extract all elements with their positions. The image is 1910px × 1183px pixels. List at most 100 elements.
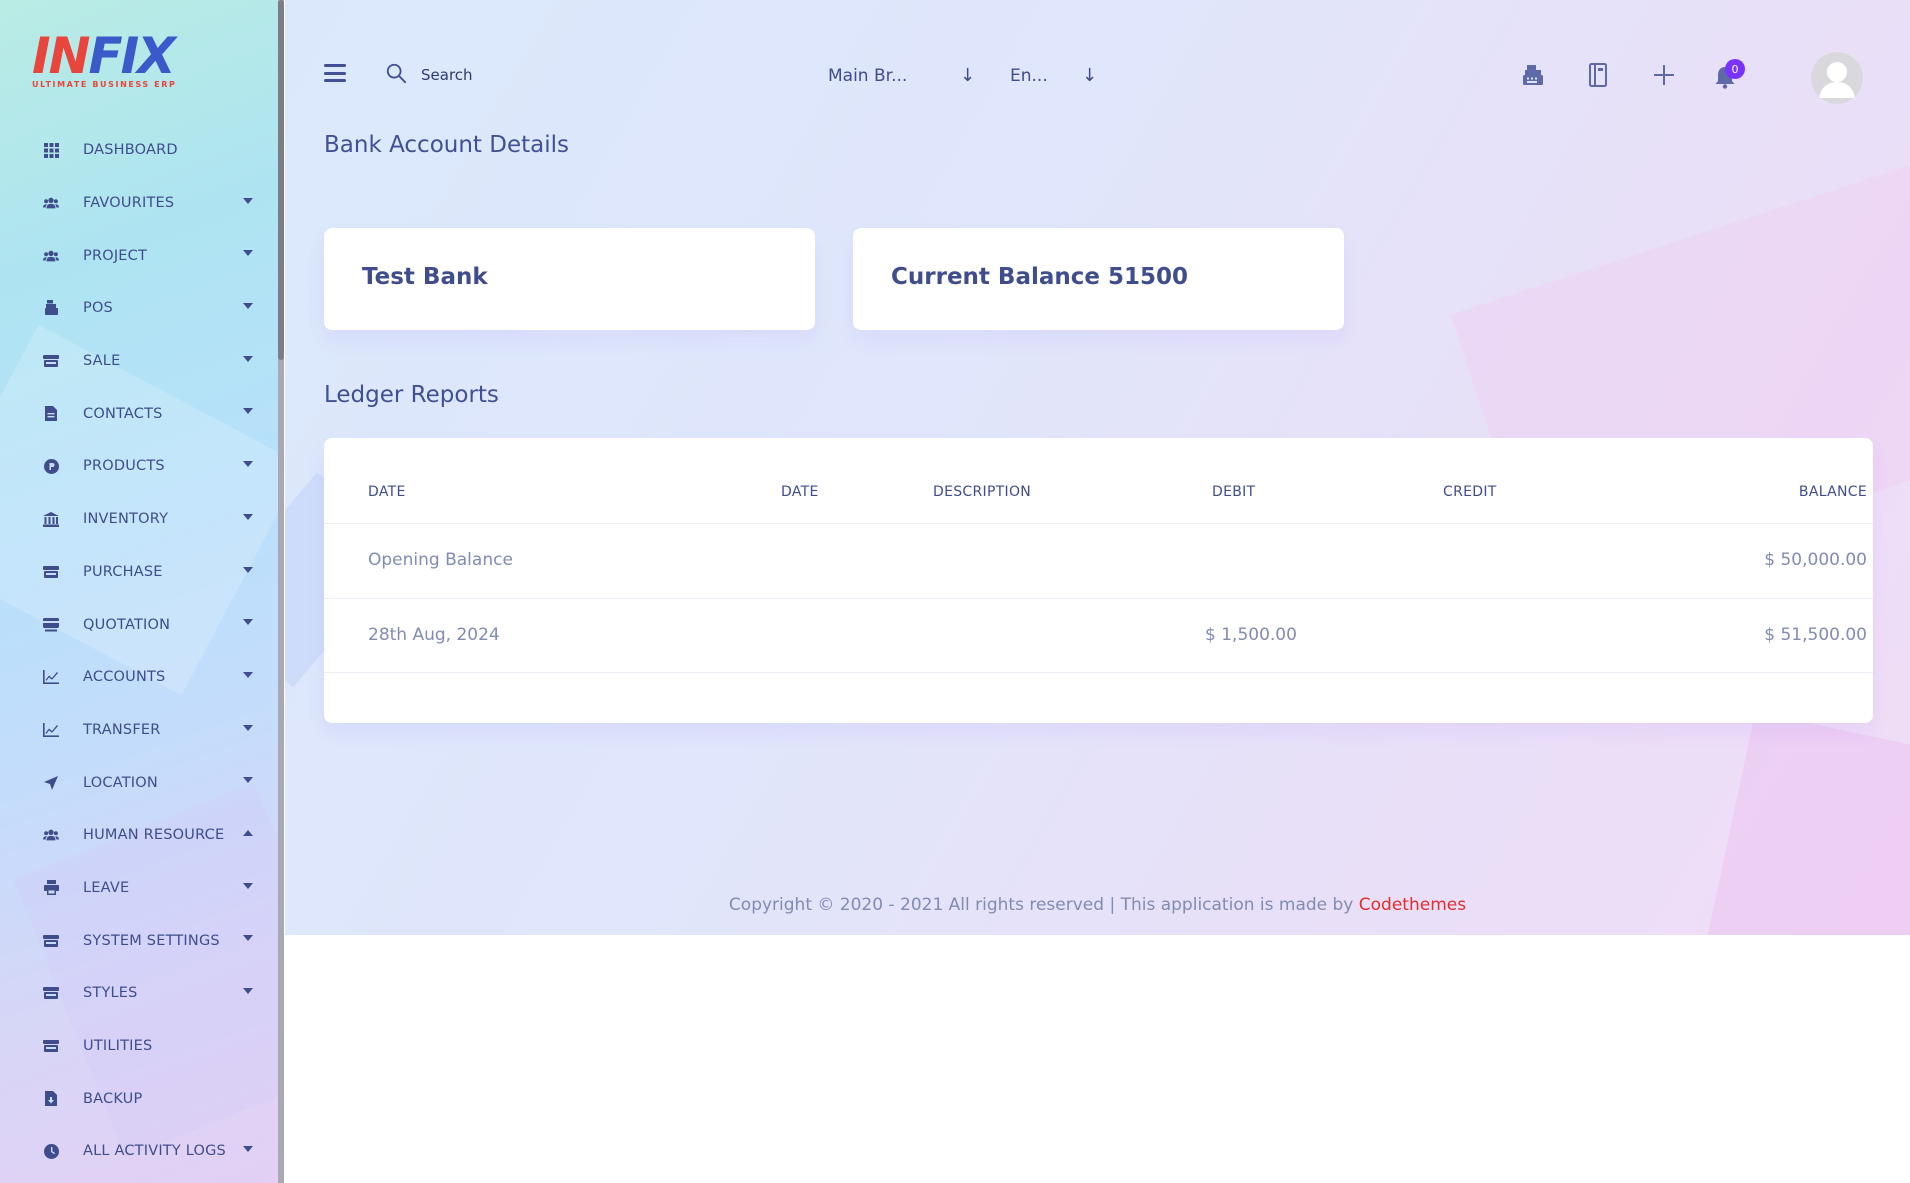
column-header-credit[interactable]: CREDIT bbox=[1443, 484, 1497, 500]
language-dropdown-value: En... bbox=[1010, 66, 1048, 86]
file-download-icon bbox=[43, 1091, 59, 1107]
sidebar-item-project[interactable]: PROJECT bbox=[0, 229, 278, 282]
row-balance: $ 51,500.00 bbox=[1764, 625, 1867, 645]
sidebar-item-label: FAVOURITES bbox=[83, 195, 175, 212]
column-header-date-2[interactable]: DATE bbox=[781, 484, 819, 500]
caret-down-icon bbox=[243, 619, 253, 626]
notebook-icon[interactable] bbox=[1583, 60, 1613, 90]
arrow-down-icon: ↓ bbox=[960, 65, 976, 86]
sidebar-item-label: POS bbox=[83, 300, 113, 317]
users-icon bbox=[43, 827, 59, 843]
caret-down-icon bbox=[243, 355, 253, 362]
sidebar-item-inventory[interactable]: INVENTORY bbox=[0, 493, 278, 546]
plus-icon[interactable] bbox=[1649, 60, 1679, 90]
language-dropdown[interactable]: En... ↓ bbox=[1010, 62, 1110, 90]
logo-text-1: IN bbox=[32, 27, 90, 85]
sidebar-item-label: STYLES bbox=[83, 985, 138, 1002]
sidebar-item-location[interactable]: LOCATION bbox=[0, 756, 278, 809]
sidebar-item-quotation[interactable]: QUOTATION bbox=[0, 598, 278, 651]
ledger-title: Ledger Reports bbox=[324, 382, 499, 408]
app-logo[interactable]: INFIX ULTIMATE BUSINESS ERP bbox=[32, 30, 182, 92]
sidebar-item-products[interactable]: PRODUCTS bbox=[0, 440, 278, 493]
sidebar-item-accounts[interactable]: ACCOUNTS bbox=[0, 651, 278, 704]
footer-link[interactable]: Codethemes bbox=[1359, 895, 1466, 915]
grid-icon bbox=[43, 142, 59, 158]
search-input[interactable] bbox=[419, 60, 643, 90]
column-header-date[interactable]: DATE bbox=[368, 484, 406, 500]
current-balance: Current Balance 51500 bbox=[891, 264, 1189, 290]
sidebar-item-purchase[interactable]: PURCHASE bbox=[0, 546, 278, 599]
card-icon bbox=[43, 617, 59, 633]
sidebar-item-label: SYSTEM SETTINGS bbox=[83, 932, 220, 949]
caret-up-icon bbox=[243, 829, 253, 836]
store-icon bbox=[43, 933, 59, 949]
column-header-description[interactable]: DESCRIPTION bbox=[933, 484, 1031, 500]
caret-down-icon bbox=[243, 988, 253, 994]
caret-down-icon bbox=[243, 1146, 253, 1153]
users-icon bbox=[43, 248, 59, 264]
column-header-debit[interactable]: DEBIT bbox=[1212, 484, 1255, 500]
sidebar-item-label: HUMAN RESOURCE bbox=[83, 827, 225, 844]
sidebar-item-label: CONTACTS bbox=[83, 405, 163, 422]
sidebar-item-leave[interactable]: LEAVE bbox=[0, 862, 278, 915]
caret-down-icon bbox=[243, 250, 253, 257]
caret-down-icon bbox=[243, 197, 253, 204]
notification-badge: 0 bbox=[1725, 59, 1745, 79]
chart-icon bbox=[43, 722, 59, 738]
sidebar-item-system-settings[interactable]: SYSTEM SETTINGS bbox=[0, 914, 278, 967]
sidebar-item-label: PURCHASE bbox=[83, 563, 163, 580]
sidebar-item-backup[interactable]: BACKUP bbox=[0, 1072, 278, 1125]
sidebar-scrollbar[interactable] bbox=[278, 0, 284, 1183]
clock-icon bbox=[43, 1143, 59, 1159]
caret-down-icon bbox=[243, 513, 253, 520]
avatar[interactable] bbox=[1811, 52, 1863, 104]
caret-down-icon bbox=[243, 303, 253, 310]
sidebar-item-favourites[interactable]: FAVOURITES bbox=[0, 177, 278, 230]
sidebar-menu: DASHBOARD FAVOURITES PROJECT POS SALE CONTACT… bbox=[0, 124, 278, 1178]
sidebar-item-utilities[interactable]: UTILITIES bbox=[0, 1020, 278, 1073]
sidebar-item-sale[interactable]: SALE bbox=[0, 335, 278, 388]
main-content: Main Br... ↓ En... ↓ 0 Bank Account Deta… bbox=[285, 0, 1910, 935]
sidebar-scrollbar-thumb[interactable] bbox=[278, 0, 284, 360]
users-icon bbox=[43, 195, 59, 211]
bank-name: Test Bank bbox=[362, 264, 488, 290]
file-icon bbox=[43, 406, 59, 422]
arrow-down-icon: ↓ bbox=[1082, 65, 1098, 86]
sidebar-item-label: LEAVE bbox=[83, 879, 130, 896]
sidebar-item-pos[interactable]: POS bbox=[0, 282, 278, 335]
row-date: Opening Balance bbox=[368, 550, 513, 570]
sidebar-item-label: TRANSFER bbox=[83, 721, 161, 738]
caret-down-icon bbox=[243, 461, 253, 468]
sidebar-item-label: ALL ACTIVITY LOGS bbox=[83, 1143, 226, 1160]
page-title: Bank Account Details bbox=[324, 132, 569, 158]
cash-register-icon[interactable] bbox=[1518, 60, 1548, 90]
branch-dropdown[interactable]: Main Br... ↓ bbox=[828, 62, 975, 90]
menu-toggle-icon[interactable] bbox=[324, 64, 346, 82]
row-balance: $ 50,000.00 bbox=[1764, 550, 1867, 570]
sidebar-item-contacts[interactable]: CONTACTS bbox=[0, 387, 278, 440]
caret-down-icon bbox=[243, 671, 253, 678]
caret-down-icon bbox=[243, 724, 253, 731]
sidebar-item-transfer[interactable]: TRANSFER bbox=[0, 704, 278, 757]
sidebar-item-human-resource[interactable]: HUMAN RESOURCE bbox=[0, 809, 278, 862]
sidebar-item-styles[interactable]: STYLES bbox=[0, 967, 278, 1020]
store-icon bbox=[43, 353, 59, 369]
sidebar-item-all-activity-logs[interactable]: ALL ACTIVITY LOGS bbox=[0, 1125, 278, 1178]
row-date: 28th Aug, 2024 bbox=[368, 625, 500, 645]
caret-down-icon bbox=[243, 408, 253, 415]
chart-icon bbox=[43, 669, 59, 685]
bank-name-card: Test Bank bbox=[324, 228, 815, 330]
sidebar-item-label: ACCOUNTS bbox=[83, 669, 166, 686]
caret-down-icon bbox=[243, 777, 253, 784]
column-header-balance[interactable]: BALANCE bbox=[1799, 484, 1867, 500]
store-icon bbox=[43, 564, 59, 580]
caret-down-icon bbox=[243, 935, 253, 942]
sidebar: INFIX ULTIMATE BUSINESS ERP DASHBOARD FAV… bbox=[0, 0, 280, 1183]
sidebar-item-dashboard[interactable]: DASHBOARD bbox=[0, 124, 278, 177]
sidebar-item-label: DASHBOARD bbox=[83, 142, 178, 159]
caret-down-icon bbox=[243, 566, 253, 573]
printer-icon bbox=[43, 880, 59, 896]
sidebar-item-label: LOCATION bbox=[83, 774, 158, 791]
ledger-table: DATE DATE DESCRIPTION DEBIT CREDIT BALAN… bbox=[324, 438, 1873, 723]
sidebar-item-label: PRODUCTS bbox=[83, 458, 165, 475]
